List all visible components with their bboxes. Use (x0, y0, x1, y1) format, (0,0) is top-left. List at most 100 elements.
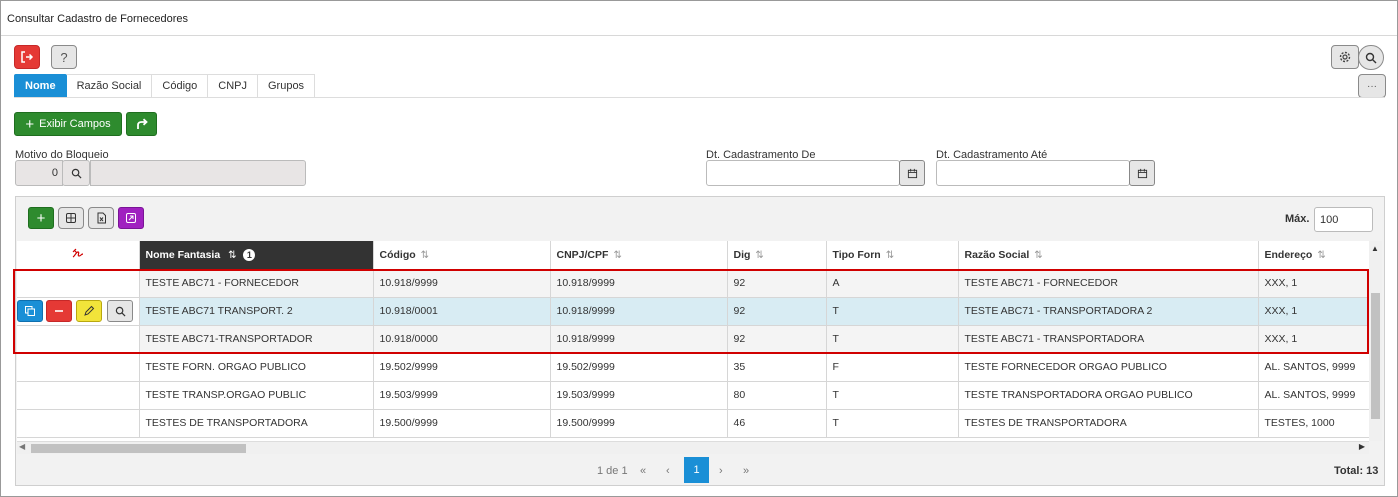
tab-cnpj[interactable]: CNPJ (208, 74, 258, 98)
cell-nome-fantasia: TESTE ABC71 TRANSPORT. 2 (139, 297, 374, 326)
current-page-button[interactable]: 1 (684, 457, 709, 483)
motivo-bloqueio-code-input[interactable]: 0 (15, 160, 63, 186)
cell-tipo-forn: T (826, 297, 959, 326)
delete-record-button[interactable] (46, 300, 72, 322)
column-header-codigo[interactable]: Código ⇅ (373, 241, 551, 270)
column-label: Nome Fantasia (145, 248, 221, 261)
dt-de-calendar-button[interactable] (899, 160, 925, 186)
dt-cadastramento-de-input[interactable] (706, 160, 900, 186)
excel-file-icon (97, 212, 106, 224)
cell-nome-fantasia: TESTES DE TRANSPORTADORA (139, 409, 374, 438)
exit-button[interactable] (14, 45, 40, 69)
table-row[interactable]: TESTE FORN. ORGAO PUBLICO 19.502/9999 19… (17, 353, 1369, 382)
cell-razao-social: TESTE ABC71 - TRANSPORTADORA 2 (958, 297, 1259, 326)
scroll-right-icon[interactable]: ▶ (1359, 442, 1365, 451)
tab-nome[interactable]: Nome (14, 74, 67, 98)
scroll-up-icon[interactable]: ▲ (1371, 244, 1379, 253)
tab-divider (14, 97, 1385, 98)
calendar-icon (907, 168, 917, 178)
edit-signature-icon[interactable] (71, 247, 85, 259)
column-header-nome-fantasia[interactable]: Nome Fantasia ⇅ 1 (139, 241, 374, 270)
max-label: Máx. (1285, 213, 1310, 225)
cell-dig: 80 (727, 381, 827, 410)
cell-dig: 92 (727, 269, 827, 298)
horizontal-scroll-thumb[interactable] (31, 444, 246, 453)
table-row[interactable]: TESTE ABC71 - FORNECEDOR 10.918/9999 10.… (17, 269, 1369, 298)
cell-cnpj-cpf: 19.503/9999 (550, 381, 728, 410)
max-records-input[interactable]: 100 (1314, 207, 1373, 232)
expand-view-button[interactable] (118, 207, 144, 229)
first-page-button[interactable]: « (640, 457, 646, 484)
column-header-dig[interactable]: Dig ⇅ (727, 241, 827, 270)
cell-codigo: 19.500/9999 (373, 409, 551, 438)
cell-dig: 92 (727, 325, 827, 354)
cell-tipo-forn: T (826, 325, 959, 354)
search-icon (71, 168, 82, 179)
cell-tipo-forn: T (826, 409, 959, 438)
table-row-selected[interactable]: TESTE ABC71 TRANSPORT. 2 10.918/0001 10.… (17, 297, 1369, 326)
sort-icon: ⇅ (1034, 249, 1043, 261)
copy-record-button[interactable] (17, 300, 43, 322)
column-header-actions (17, 241, 140, 270)
cell-endereco: XXX, 1 (1258, 325, 1369, 354)
more-options-button[interactable]: ··· (1358, 74, 1386, 98)
cell-codigo: 19.502/9999 (373, 353, 551, 382)
cell-endereco: AL. SANTOS, 9999 (1258, 353, 1369, 382)
tab-grupos[interactable]: Grupos (257, 74, 316, 98)
next-page-button[interactable]: › (719, 457, 723, 484)
search-toggle-button[interactable] (1358, 45, 1384, 70)
column-header-razao-social[interactable]: Razão Social ⇅ (958, 241, 1259, 270)
grid-columns-button[interactable] (58, 207, 84, 229)
gear-icon (1339, 51, 1351, 63)
search-icon (115, 306, 126, 317)
horizontal-scrollbar[interactable]: ◀ ▶ (17, 441, 1369, 454)
total-records: Total: 13 (1334, 464, 1379, 477)
cell-razao-social: TESTE FORNECEDOR ORGAO PUBLICO (958, 353, 1259, 382)
export-excel-button[interactable] (88, 207, 114, 229)
minus-icon (55, 310, 63, 312)
copy-icon (25, 306, 35, 316)
help-button[interactable]: ? (51, 45, 77, 69)
table-row[interactable]: TESTES DE TRANSPORTADORA 19.500/9999 19.… (17, 409, 1369, 438)
column-header-endereco[interactable]: Endereço ⇅ (1258, 241, 1369, 270)
scroll-left-icon[interactable]: ◀ (19, 442, 25, 451)
table-row[interactable]: TESTE ABC71-TRANSPORTADOR 10.918/0000 10… (17, 325, 1369, 354)
exibir-campos-button[interactable]: + Exibir Campos (14, 112, 122, 136)
cell-razao-social: TESTES DE TRANSPORTADORA (958, 409, 1259, 438)
column-label: Endereço (1264, 248, 1313, 261)
row-actions-cell (17, 353, 140, 382)
view-record-button[interactable] (107, 300, 133, 322)
motivo-bloqueio-lookup-button[interactable] (62, 160, 90, 186)
help-label: ? (60, 49, 68, 65)
cell-endereco: XXX, 1 (1258, 297, 1369, 326)
last-page-button[interactable]: » (743, 457, 749, 484)
cell-codigo: 19.503/9999 (373, 381, 551, 410)
tab-razao-social[interactable]: Razão Social (66, 74, 153, 98)
sort-icon: ⇅ (420, 249, 430, 261)
tab-codigo[interactable]: Código (152, 74, 209, 98)
settings-button[interactable] (1331, 45, 1359, 69)
table-row[interactable]: TESTE TRANSP.ORGAO PUBLIC 19.503/9999 19… (17, 381, 1369, 410)
share-button[interactable] (126, 112, 157, 136)
exibir-campos-label: Exibir Campos (39, 118, 111, 130)
sort-icon: ⇅ (755, 249, 764, 261)
sort-order-badge: 1 (243, 248, 256, 261)
table-header-row: Nome Fantasia ⇅ 1 Código ⇅ CNPJ/CPF ⇅ Dig ⇅… (17, 241, 1369, 270)
cell-tipo-forn: F (826, 353, 959, 382)
motivo-bloqueio-description (90, 160, 306, 186)
vertical-scroll-thumb[interactable] (1371, 293, 1380, 419)
dt-ate-calendar-button[interactable] (1129, 160, 1155, 186)
search-icon (1365, 52, 1377, 63)
edit-record-button[interactable] (76, 300, 102, 322)
column-header-tipo-forn[interactable]: Tipo Forn ⇅ (826, 241, 959, 270)
vertical-scrollbar[interactable]: ▲ (1369, 241, 1382, 441)
window: Consultar Cadastro de Fornecedores ? ···… (0, 0, 1398, 497)
row-actions-cell (17, 381, 140, 410)
prev-page-button[interactable]: ‹ (666, 457, 670, 484)
column-header-cnpj-cpf[interactable]: CNPJ/CPF ⇅ (550, 241, 728, 270)
sort-icon: ⇅ (1317, 249, 1326, 261)
add-record-button[interactable]: + (28, 207, 54, 229)
cell-cnpj-cpf: 19.500/9999 (550, 409, 728, 438)
cell-tipo-forn: A (826, 269, 959, 298)
dt-cadastramento-ate-input[interactable] (936, 160, 1130, 186)
